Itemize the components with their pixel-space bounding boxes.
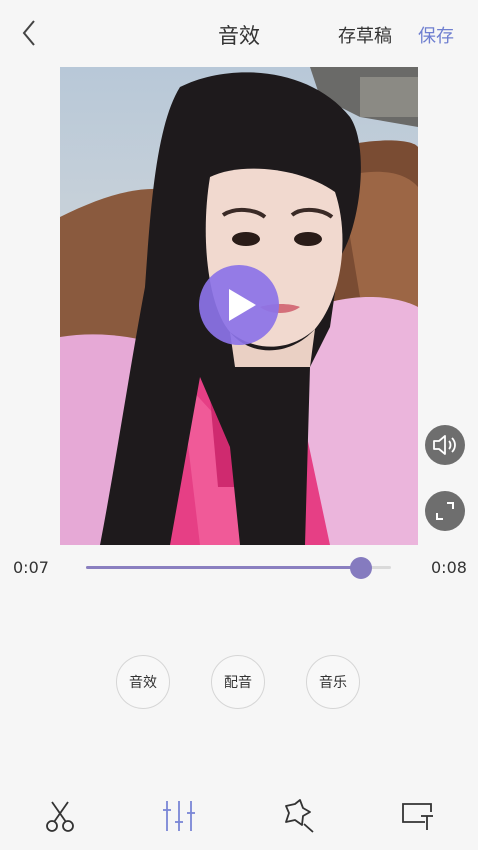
play-icon <box>229 289 256 321</box>
tab-effects[interactable] <box>280 798 316 834</box>
play-button[interactable] <box>199 265 279 345</box>
current-time: 0:07 <box>13 558 49 577</box>
sliders-icon <box>163 801 195 831</box>
save-button[interactable]: 保存 <box>418 22 454 48</box>
save-draft-button[interactable]: 存草稿 <box>338 22 392 48</box>
fullscreen-button[interactable] <box>425 491 465 531</box>
progress-track[interactable] <box>86 557 391 579</box>
tab-adjust[interactable] <box>161 798 197 834</box>
dubbing-button[interactable]: 配音 <box>211 655 265 709</box>
sound-effect-button[interactable]: 音效 <box>116 655 170 709</box>
tab-cut[interactable] <box>42 798 78 834</box>
top-bar: 音效 存草稿 保存 <box>0 0 478 66</box>
page-title: 音效 <box>218 24 260 48</box>
progress-thumb[interactable] <box>349 557 372 579</box>
tab-text[interactable] <box>399 798 435 834</box>
magic-wand-icon <box>285 799 314 833</box>
text-box-icon <box>402 803 433 830</box>
progress-fill <box>86 566 361 569</box>
volume-button[interactable] <box>425 425 465 465</box>
scissors-icon <box>46 801 74 832</box>
speaker-icon <box>433 435 456 455</box>
music-button[interactable]: 音乐 <box>306 655 360 709</box>
total-time: 0:08 <box>431 558 467 577</box>
expand-icon <box>436 502 454 520</box>
